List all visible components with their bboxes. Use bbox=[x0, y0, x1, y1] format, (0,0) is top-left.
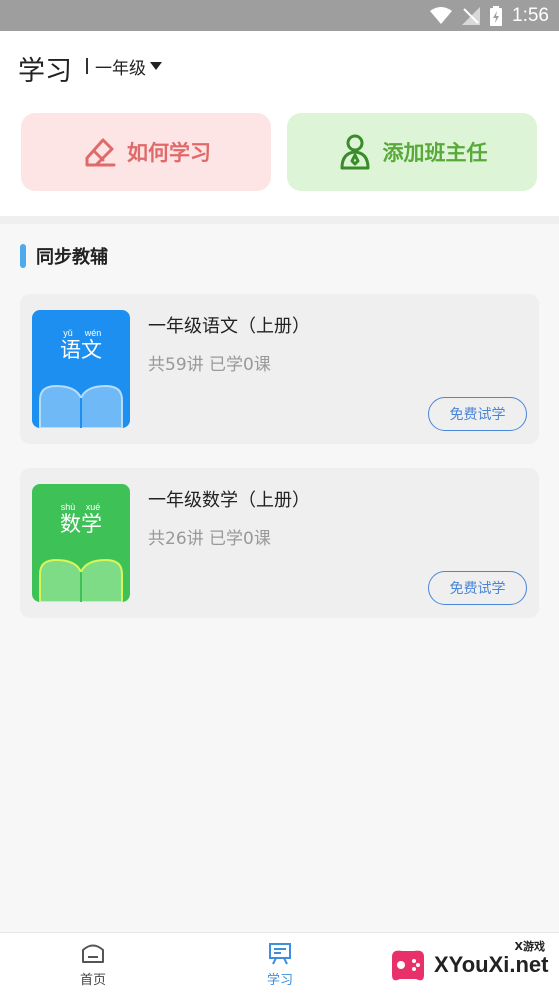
book-cover-icon: shù xué 数学 bbox=[39, 502, 123, 602]
cover-pinyin-2: wén bbox=[84, 328, 102, 338]
status-time: 1:56 bbox=[512, 4, 549, 26]
cover-text: 数学 bbox=[60, 512, 102, 536]
course-meta: 共59讲 已学0课 bbox=[148, 355, 271, 375]
free-trial-button[interactable]: 免费试学 bbox=[428, 397, 527, 431]
page-title: 学习 bbox=[18, 56, 72, 87]
course-title: 一年级数学（上册） bbox=[148, 490, 310, 511]
watermark-logo: XYouXi.net X游戏 bbox=[388, 936, 559, 994]
how-to-study-button[interactable]: 如何学习 bbox=[21, 113, 271, 191]
cover-text: 语文 bbox=[60, 338, 102, 362]
add-teacher-label: 添加班主任 bbox=[382, 141, 488, 165]
course-title: 一年级语文（上册） bbox=[148, 316, 310, 337]
course-card-chinese[interactable]: yǔ wén 语文 一年级语文（上册） 共59讲 已学0课 免费试学 bbox=[20, 294, 539, 444]
gamepad-logo-icon bbox=[392, 950, 424, 981]
add-teacher-button[interactable]: 添加班主任 bbox=[287, 113, 537, 191]
section-header: 同步教辅 bbox=[20, 243, 108, 269]
watermark-text: XYouXi.net bbox=[434, 952, 549, 977]
nav-study[interactable]: 学习 bbox=[250, 941, 310, 988]
course-cover-chinese: yǔ wén 语文 bbox=[32, 310, 130, 428]
section-divider bbox=[0, 216, 559, 224]
wifi-icon bbox=[430, 6, 453, 24]
battery-icon bbox=[490, 5, 503, 26]
home-icon bbox=[82, 944, 104, 963]
book-cover-icon: yǔ wén 语文 bbox=[39, 328, 123, 428]
status-bar: 1:56 bbox=[0, 0, 559, 31]
grade-separator bbox=[86, 58, 88, 74]
caret-down-icon bbox=[150, 62, 162, 70]
grade-selector[interactable]: 一年级 bbox=[86, 54, 162, 79]
how-to-study-label: 如何学习 bbox=[127, 141, 211, 165]
section-accent-bar bbox=[20, 244, 26, 268]
main-content: 同步教辅 yǔ wén 语文 一年级语文（上册） 共59讲 已学0课 免费试学 … bbox=[0, 224, 559, 932]
person-icon bbox=[340, 134, 369, 170]
grade-label: 一年级 bbox=[95, 58, 146, 79]
nav-study-label: 学习 bbox=[266, 973, 293, 988]
nav-home-label: 首页 bbox=[79, 973, 106, 988]
course-meta: 共26讲 已学0课 bbox=[148, 529, 271, 549]
nav-home[interactable]: 首页 bbox=[63, 941, 123, 988]
pencil-eraser-icon bbox=[85, 138, 116, 167]
cover-pinyin-1: yǔ bbox=[63, 328, 73, 338]
header-area: 学习 一年级 如何学习 添加班主任 bbox=[0, 31, 559, 216]
course-card-math[interactable]: shù xué 数学 一年级数学（上册） 共26讲 已学0课 免费试学 bbox=[20, 468, 539, 618]
study-board-icon bbox=[269, 943, 291, 965]
course-cover-math: shù xué 数学 bbox=[32, 484, 130, 602]
section-title: 同步教辅 bbox=[36, 247, 108, 268]
watermark-small-text: X游戏 bbox=[514, 940, 545, 953]
cover-pinyin-1: shù bbox=[61, 502, 76, 512]
free-trial-button[interactable]: 免费试学 bbox=[428, 571, 527, 605]
signal-icon bbox=[462, 6, 481, 25]
cover-pinyin-2: xué bbox=[86, 502, 101, 512]
